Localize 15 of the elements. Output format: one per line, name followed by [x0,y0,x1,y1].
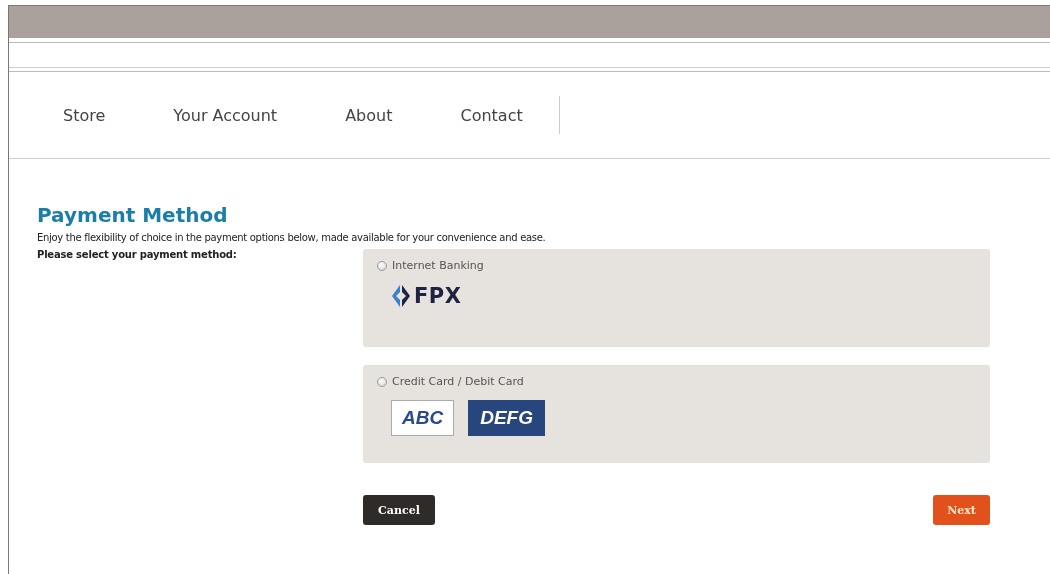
option-label: Credit Card / Debit Card [392,375,524,388]
nav-link[interactable]: Contact [460,105,523,125]
card-logo: DEFG [468,400,545,436]
description-text: Enjoy the flexibility of choice in the payment options below, made available for your convenience and ease. [37,232,547,243]
nav-link[interactable]: Store [63,105,106,125]
page-title: Payment Method [37,203,229,227]
nav-link[interactable]: Your Account [173,105,278,125]
cancel-button[interactable]: Cancel [363,495,435,525]
bank-logo: FPX [391,284,462,308]
nav-link[interactable]: About [345,105,393,125]
radio-button[interactable] [377,260,387,271]
card-logo: ABC [391,400,455,436]
radio-button[interactable] [377,376,387,387]
option-label: Internet Banking [392,259,484,272]
prompt-text: Please select your payment method: [37,249,238,262]
